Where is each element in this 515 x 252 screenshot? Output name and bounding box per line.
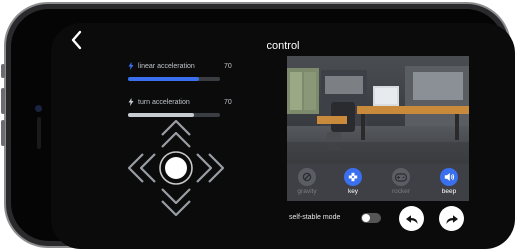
gravity-mode-button[interactable]: gravity [289, 168, 325, 195]
rotate-left-icon [405, 214, 417, 224]
right-arrow-icon[interactable] [196, 153, 225, 183]
self-stable-mode-label: self-stable mode [289, 214, 341, 221]
camera-feed [287, 56, 469, 164]
speaker-icon [440, 168, 458, 186]
app-screen: control linear acceleration 70 turn acce… [51, 23, 515, 249]
phone-side-button [1, 64, 5, 78]
beep-button[interactable]: beep [431, 168, 467, 195]
speaker-grille [37, 117, 41, 149]
turn-acceleration-control: turn acceleration 70 [128, 97, 243, 117]
rocker-mode-button[interactable]: rocker [383, 168, 419, 195]
rotate-left-button[interactable] [399, 206, 424, 231]
left-arrow-icon[interactable] [127, 153, 156, 183]
self-stable-mode-toggle[interactable] [361, 213, 381, 223]
key-mode-button[interactable]: key [335, 168, 371, 195]
gravity-mode-label: gravity [297, 188, 317, 195]
phone-side-button [1, 120, 5, 146]
linear-acceleration-fill [128, 77, 199, 81]
direction-pad [127, 119, 225, 217]
turn-acceleration-label: turn acceleration [138, 98, 190, 106]
key-icon [344, 168, 362, 186]
key-mode-label: key [347, 188, 359, 195]
camera-image [287, 56, 469, 164]
gravity-icon [298, 168, 316, 186]
linear-acceleration-slider[interactable] [128, 77, 220, 81]
rotate-right-button[interactable] [439, 206, 464, 231]
linear-acceleration-label: linear acceleration [138, 62, 195, 70]
gamepad-icon [392, 168, 410, 186]
page-title: control [266, 40, 300, 52]
tool-bar: gravity key rocker beep [287, 164, 469, 201]
lightning-icon [128, 98, 134, 106]
up-arrow-icon[interactable] [161, 119, 191, 148]
rocker-mode-label: rocker [391, 188, 411, 195]
rotate-right-icon [446, 214, 458, 224]
down-arrow-icon[interactable] [161, 188, 191, 217]
linear-acceleration-control: linear acceleration 70 [128, 61, 243, 81]
linear-acceleration-value: 70 [224, 62, 232, 70]
phone-bezel: control linear acceleration 70 turn acce… [11, 9, 515, 249]
front-camera-icon [35, 105, 42, 112]
linear-acceleration-header: linear acceleration 70 [128, 61, 243, 71]
turn-acceleration-value: 70 [224, 98, 232, 106]
mode-bar: self-stable mode [287, 201, 469, 238]
joystick-knob[interactable] [165, 157, 187, 179]
phone-side-button [1, 88, 5, 114]
beep-label: beep [441, 188, 457, 195]
lightning-icon [128, 62, 134, 70]
phone-frame: control linear acceleration 70 turn acce… [1, 2, 515, 249]
turn-acceleration-header: turn acceleration 70 [128, 97, 243, 107]
toggle-knob [362, 214, 370, 222]
